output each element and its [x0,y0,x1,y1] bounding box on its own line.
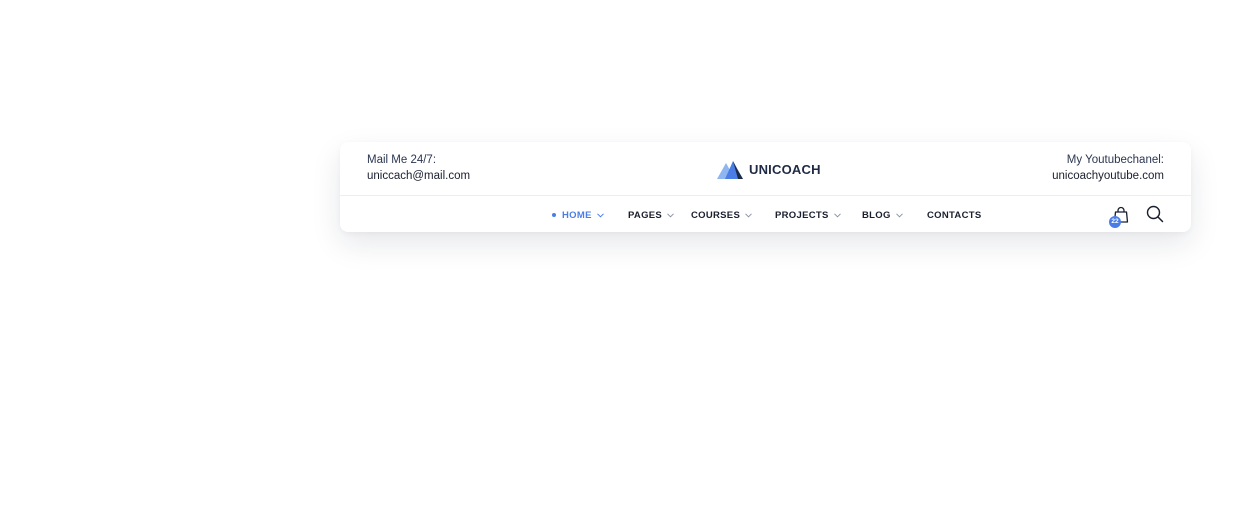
chevron-down-icon [833,212,841,218]
active-indicator-dot [552,213,556,217]
chevron-down-icon [895,212,903,218]
nav-item-label: BLOG [862,209,891,221]
search-icon[interactable] [1146,205,1164,223]
main-navigation: HOME PAGES COURSES PROJECTS BLOG CONTACT… [340,196,1191,232]
nav-item-blog[interactable]: BLOG [862,208,903,222]
nav-item-label: PAGES [628,209,663,221]
nav-item-pages[interactable]: PAGES [628,208,674,222]
youtube-contact: My Youtubechanel: unicoachyoutube.com [1052,152,1164,184]
youtube-contact-link[interactable]: unicoachyoutube.com [1052,168,1164,184]
nav-item-label: PROJECTS [775,209,829,221]
header-top-bar: Mail Me 24/7: uniccach@mail.com UNICOACH… [340,142,1191,196]
logo-text: UNICOACH [749,161,821,177]
chevron-down-icon [596,212,604,218]
email-contact-link[interactable]: uniccach@mail.com [367,168,470,184]
email-contact-label: Mail Me 24/7: [367,154,437,166]
cart-count-badge: 22 [1109,216,1121,228]
nav-item-label: HOME [562,209,592,221]
nav-item-courses[interactable]: COURSES [691,208,752,222]
site-logo[interactable]: UNICOACH [717,158,821,180]
nav-item-label: CONTACTS [927,209,982,221]
chevron-down-icon [667,212,674,218]
chevron-down-icon [745,212,752,218]
nav-item-label: COURSES [691,209,741,221]
nav-item-home[interactable]: HOME [552,208,604,222]
email-contact: Mail Me 24/7: uniccach@mail.com [367,152,470,184]
nav-item-projects[interactable]: PROJECTS [775,208,841,222]
youtube-contact-label: My Youtubechanel: [1066,154,1164,166]
nav-item-contacts[interactable]: CONTACTS [927,208,981,222]
mountain-logo-icon [717,161,743,179]
nav-menu: HOME PAGES COURSES PROJECTS BLOG CONTACT… [340,196,1191,232]
site-header: Mail Me 24/7: uniccach@mail.com UNICOACH… [340,142,1191,232]
